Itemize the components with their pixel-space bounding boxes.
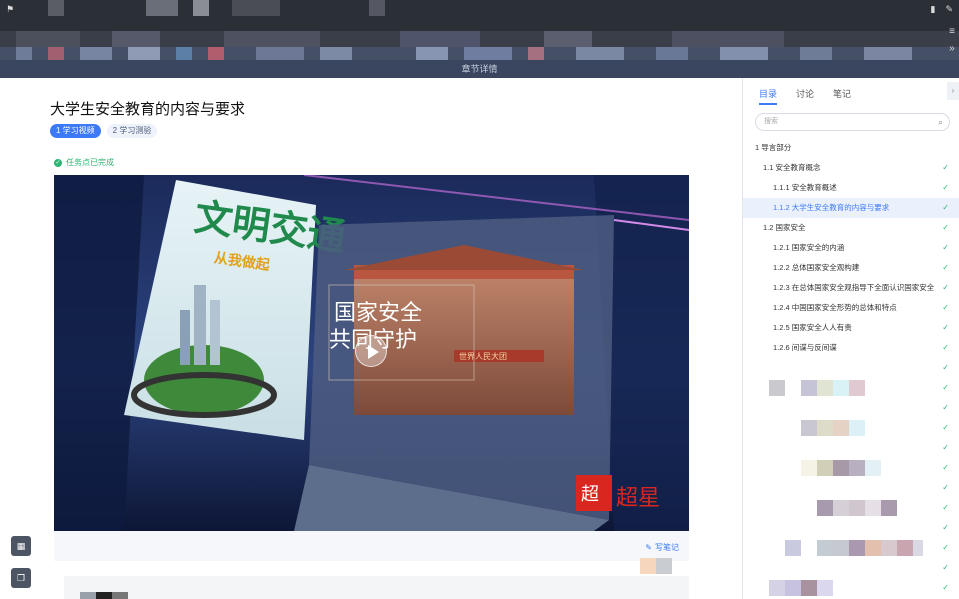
menu-icon[interactable]: ≡ bbox=[949, 26, 955, 37]
check-circle-icon: ✓ bbox=[54, 158, 62, 167]
blurred-content bbox=[64, 558, 689, 599]
chapter-item-blurred[interactable]: ✓ bbox=[743, 518, 959, 538]
check-icon: ✓ bbox=[942, 283, 949, 292]
flag-icon[interactable]: ⚑ bbox=[6, 5, 15, 14]
task-status-label: 任务点已完成 bbox=[66, 158, 114, 167]
poster-center-title-1: 国家安全 bbox=[334, 300, 422, 325]
pen-icon: ✎ bbox=[645, 543, 652, 552]
chapter-item-blurred[interactable]: ✓ bbox=[743, 358, 959, 378]
search-input[interactable]: 搜索 ⌕ bbox=[755, 113, 950, 131]
chapter-item-blurred[interactable]: ✓ bbox=[743, 558, 959, 578]
chapter-list: 1 导言部分 1.1 安全教育概念 ✓ 1.1.1 安全教育概述 ✓ 1.1.2… bbox=[743, 138, 959, 598]
bookmark-icon[interactable]: ▮ bbox=[931, 4, 936, 15]
chapter-item-label: 1 导言部分 bbox=[755, 143, 792, 152]
tab-video[interactable]: 1 学习视频 bbox=[50, 124, 101, 138]
chapter-item-blurred[interactable]: ✓ bbox=[743, 418, 959, 438]
check-icon: ✓ bbox=[942, 563, 949, 572]
expand-icon[interactable]: » bbox=[949, 43, 955, 54]
check-icon: ✓ bbox=[942, 583, 949, 592]
chapter-item-current[interactable]: 1.1.2 大学生安全教育的内容与要求 ✓ bbox=[743, 198, 959, 218]
chapter-item-blurred[interactable]: ✓ bbox=[743, 498, 959, 518]
task-status: ✓ 任务点已完成 bbox=[54, 157, 114, 168]
check-icon: ✓ bbox=[942, 203, 949, 212]
chapter-item[interactable]: 1.2.2 总体国家安全观构建 ✓ bbox=[743, 258, 959, 278]
check-icon: ✓ bbox=[942, 383, 949, 392]
chapter-item-label: 1.2.1 国家安全的内涵 bbox=[773, 243, 845, 252]
tab-notes[interactable]: 笔记 bbox=[833, 87, 851, 105]
gate-sign: 世界人民大团 bbox=[459, 351, 507, 361]
chapter-item-label: 1.1.1 安全教育概述 bbox=[773, 183, 837, 192]
check-icon: ✓ bbox=[942, 543, 949, 552]
tab-quiz[interactable]: 2 学习测验 bbox=[106, 124, 158, 138]
collapse-sidebar-button[interactable]: › bbox=[947, 82, 959, 100]
write-note-link[interactable]: ✎ 写笔记 bbox=[645, 542, 679, 553]
content-tabs: 1 学习视频 2 学习测验 bbox=[50, 124, 158, 138]
chapter-item-blurred[interactable]: ✓ bbox=[743, 438, 959, 458]
chapter-item-label: 1.2 国家安全 bbox=[763, 223, 806, 232]
sidebar-tabs: 目录 讨论 笔记 bbox=[759, 87, 851, 105]
search-placeholder: 搜索 bbox=[764, 118, 778, 125]
check-icon: ✓ bbox=[942, 443, 949, 452]
check-icon: ✓ bbox=[942, 463, 949, 472]
check-icon: ✓ bbox=[942, 263, 949, 272]
chapter-item-blurred[interactable]: ✓ bbox=[743, 578, 959, 598]
chapter-item-label: 1.1.2 大学生安全教育的内容与要求 bbox=[773, 203, 890, 212]
tab-catalog[interactable]: 目录 bbox=[759, 87, 778, 105]
check-icon: ✓ bbox=[942, 423, 949, 432]
check-icon: ✓ bbox=[942, 223, 949, 232]
check-icon: ✓ bbox=[942, 523, 949, 532]
chapter-item[interactable]: 1.1.1 安全教育概述 ✓ bbox=[743, 178, 959, 198]
chapter-item-label: 1.2.4 中国国家安全形势的总体和特点 bbox=[773, 303, 897, 312]
video-toolbar: ✎ 写笔记 bbox=[54, 531, 689, 561]
check-icon: ✓ bbox=[942, 503, 949, 512]
layers-icon[interactable]: ❐ bbox=[11, 568, 31, 588]
chapter-item-blurred[interactable]: ✓ bbox=[743, 538, 959, 558]
brand-logo-text: 超星 bbox=[616, 485, 660, 510]
chapter-item-label: 1.2.5 国家安全人人有责 bbox=[773, 323, 852, 332]
grid-icon[interactable]: ▦ bbox=[11, 536, 31, 556]
check-icon: ✓ bbox=[942, 163, 949, 172]
chapter-item-blurred[interactable]: ✓ bbox=[743, 478, 959, 498]
chapter-item-blurred[interactable]: ✓ bbox=[743, 378, 959, 398]
sidebar: 目录 讨论 笔记 › 搜索 ⌕ 1 导言部分 1.1 安全教育概念 ✓ 1.1.… bbox=[742, 78, 959, 599]
check-icon: ✓ bbox=[942, 243, 949, 252]
pen-icon[interactable]: ✎ bbox=[945, 4, 953, 15]
top-header: 章节详情 ⚑ ▮ ✎ ≡ » bbox=[0, 0, 959, 78]
check-icon: ✓ bbox=[942, 483, 949, 492]
video-player[interactable]: 文明交通 从我做起 世界人民大团 国家安全 共同守护 超 超星 bbox=[54, 175, 689, 531]
chapter-item-label: 1.2.2 总体国家安全观构建 bbox=[773, 263, 860, 272]
write-note-label: 写笔记 bbox=[655, 543, 679, 552]
page-title: 大学生安全教育的内容与要求 bbox=[50, 101, 246, 118]
check-icon: ✓ bbox=[942, 403, 949, 412]
tab-discussion[interactable]: 讨论 bbox=[796, 87, 814, 105]
play-button[interactable] bbox=[355, 335, 387, 367]
check-icon: ✓ bbox=[942, 303, 949, 312]
brand-logo-mark: 超 bbox=[581, 484, 599, 504]
chapter-item-label: 1.2.6 间谍与反间谍 bbox=[773, 343, 837, 352]
chapter-item-label: 1.2.3 在总体国家安全观指导下全面认识国家安全 bbox=[773, 283, 935, 292]
chapter-item[interactable]: 1.2.1 国家安全的内涵 ✓ bbox=[743, 238, 959, 258]
check-icon: ✓ bbox=[942, 363, 949, 372]
chapter-item-label: 1.1 安全教育概念 bbox=[763, 163, 821, 172]
chapter-item[interactable]: 1.2.5 国家安全人人有责 ✓ bbox=[743, 318, 959, 338]
chapter-item-blurred[interactable]: ✓ bbox=[743, 458, 959, 478]
search-icon[interactable]: ⌕ bbox=[938, 114, 943, 130]
chapter-item[interactable]: 1.2.3 在总体国家安全观指导下全面认识国家安全 ✓ bbox=[743, 278, 959, 298]
main-content: 大学生安全教育的内容与要求 1 学习视频 2 学习测验 ✓ 任务点已完成 文明交… bbox=[0, 78, 742, 599]
chapter-item[interactable]: 1 导言部分 bbox=[743, 138, 959, 158]
chapter-item-blurred[interactable]: ✓ bbox=[743, 398, 959, 418]
check-icon: ✓ bbox=[942, 323, 949, 332]
chapter-bar-label: 章节详情 bbox=[461, 64, 498, 74]
chapter-item[interactable]: 1.1 安全教育概念 ✓ bbox=[743, 158, 959, 178]
chapter-item[interactable]: 1.2.6 间谍与反间谍 ✓ bbox=[743, 338, 959, 358]
check-icon: ✓ bbox=[942, 343, 949, 352]
chapter-item[interactable]: 1.2 国家安全 ✓ bbox=[743, 218, 959, 238]
chapter-item[interactable]: 1.2.4 中国国家安全形势的总体和特点 ✓ bbox=[743, 298, 959, 318]
check-icon: ✓ bbox=[942, 183, 949, 192]
